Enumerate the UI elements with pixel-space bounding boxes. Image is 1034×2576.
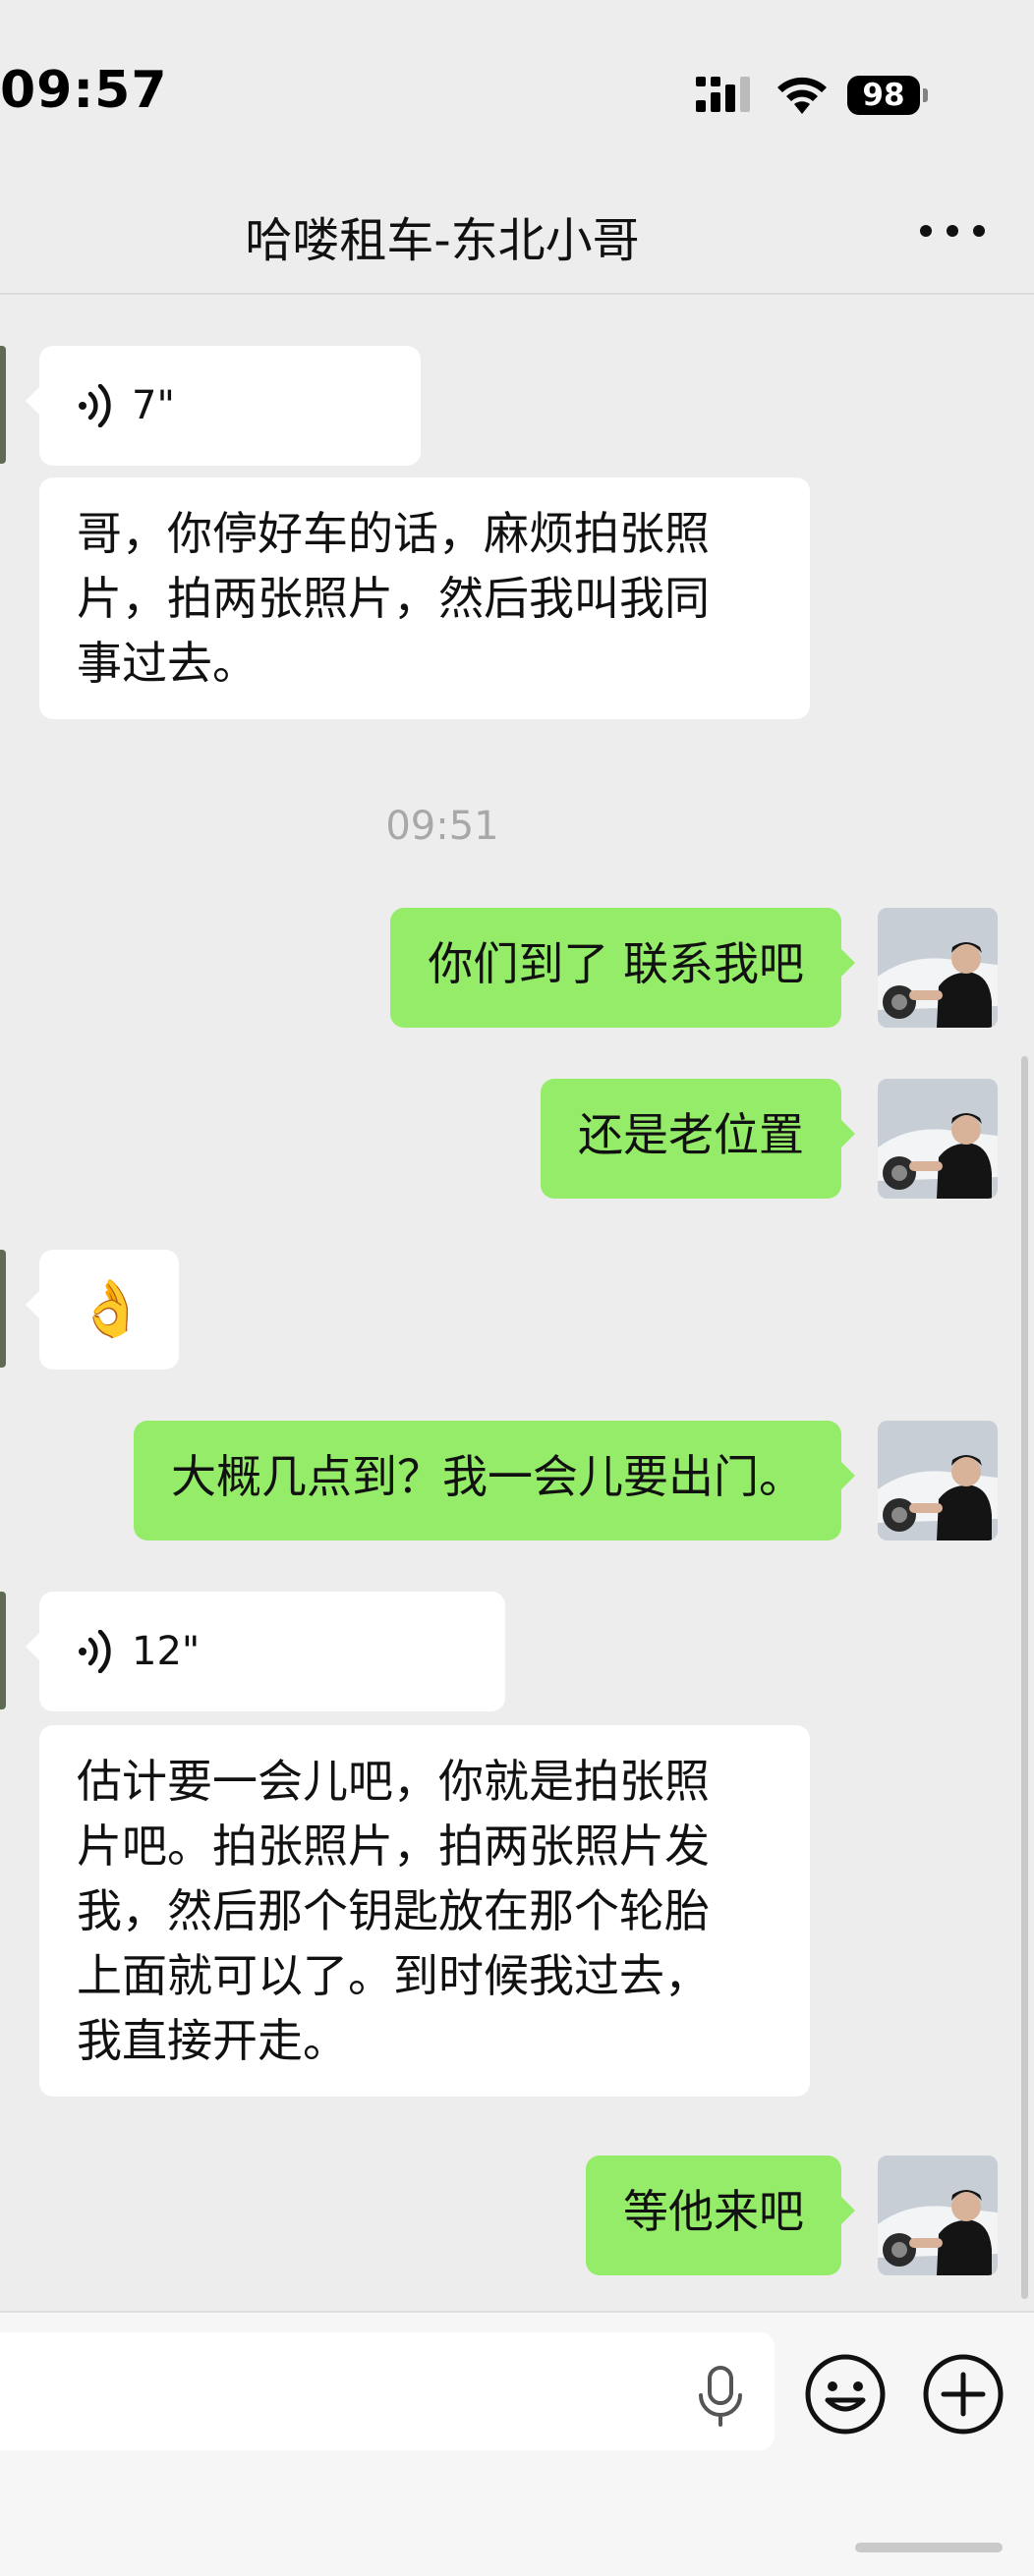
contact-avatar-edge[interactable]: [0, 346, 6, 464]
voice-duration: 7": [132, 383, 175, 428]
message-line: 片吧。拍张照片，拍两张照片发: [77, 1820, 710, 1873]
message-line: 我直接开走。: [77, 2014, 348, 2067]
voice-message[interactable]: 12": [26, 1592, 505, 1711]
message-input[interactable]: [0, 2332, 775, 2450]
message-text: 等他来吧: [623, 2185, 804, 2238]
user-avatar[interactable]: [878, 2156, 998, 2275]
avatar-photo: [878, 1421, 998, 1540]
scrollbar[interactable]: [1021, 1056, 1028, 2299]
microphone-icon[interactable]: [693, 2364, 748, 2429]
user-avatar[interactable]: [878, 908, 998, 1028]
status-time: 09:57: [0, 61, 168, 120]
plus-circle-icon[interactable]: [922, 2353, 1005, 2436]
message-line: 我，然后那个钥匙放在那个轮胎: [77, 1884, 710, 1937]
voice-message[interactable]: 7": [26, 346, 421, 466]
status-bar: 09:57 98: [0, 0, 1034, 187]
battery-cap: [923, 88, 928, 102]
emoji-message[interactable]: 👌: [26, 1250, 179, 1370]
user-avatar[interactable]: [878, 1079, 998, 1199]
voice-wave-icon: [79, 384, 111, 427]
message-line: 片，拍两张照片，然后我叫我同: [77, 572, 710, 625]
message-text: 还是老位置: [578, 1108, 804, 1161]
voice-wave-icon: [79, 1630, 111, 1673]
message-line: 上面就可以了。到时候我过去，: [77, 1949, 710, 2002]
message-bubble-outgoing[interactable]: 你们到了 联系我吧: [390, 908, 855, 1028]
message-bubble-outgoing[interactable]: 大概几点到？我一会儿要出门。: [134, 1421, 855, 1540]
message-text: 你们到了 联系我吧: [428, 937, 804, 990]
voice-duration: 12": [132, 1629, 201, 1674]
contact-avatar-edge[interactable]: [0, 1250, 6, 1368]
avatar-photo: [878, 1079, 998, 1199]
cellular-signal-icon: [696, 77, 750, 112]
message-bubble[interactable]: 估计要一会儿吧，你就是拍张照 片吧。拍张照片，拍两张照片发 我，然后那个钥匙放在…: [39, 1725, 810, 2097]
message-text: 大概几点到？我一会儿要出门。: [171, 1450, 804, 1503]
message-bubble-outgoing[interactable]: 还是老位置: [541, 1079, 855, 1199]
contact-avatar-edge[interactable]: [0, 1592, 6, 1709]
battery-level: 98: [847, 76, 920, 115]
user-avatar[interactable]: [878, 1421, 998, 1540]
header-divider: [0, 293, 1034, 295]
message-line: 事过去。: [77, 637, 258, 690]
more-dots-icon[interactable]: [920, 216, 985, 246]
ok-hand-emoji: 👌: [77, 1277, 145, 1341]
wifi-icon: [777, 77, 827, 114]
message-line: 哥，你停好车的话，麻烦拍张照: [77, 507, 710, 560]
message-line: 估计要一会儿吧，你就是拍张照: [77, 1755, 710, 1808]
smiley-icon[interactable]: [804, 2353, 887, 2436]
avatar-photo: [878, 908, 998, 1028]
avatar-photo: [878, 2156, 998, 2275]
timestamp: 09:51: [385, 804, 499, 849]
message-bubble-outgoing[interactable]: 等他来吧: [586, 2156, 855, 2275]
home-indicator: [855, 2543, 1003, 2552]
chat-title: 哈喽租车-东北小哥: [245, 213, 640, 268]
message-bubble[interactable]: 哥，你停好车的话，麻烦拍张照 片，拍两张照片，然后我叫我同 事过去。: [39, 477, 810, 719]
